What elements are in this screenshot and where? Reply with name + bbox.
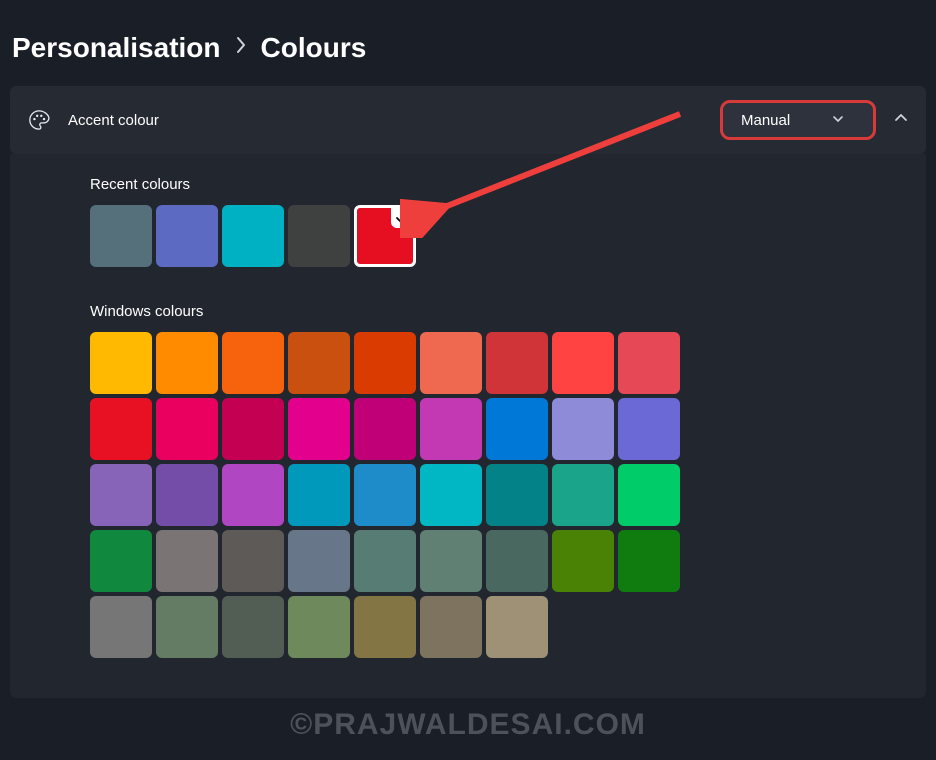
windows-swatch[interactable] [618, 530, 680, 592]
check-icon [391, 208, 413, 228]
windows-swatch[interactable] [90, 530, 152, 592]
windows-swatch[interactable] [486, 398, 548, 460]
windows-swatch[interactable] [222, 398, 284, 460]
windows-swatch[interactable] [288, 332, 350, 394]
watermark: ©PRAJWALDESAI.COM [290, 708, 646, 742]
breadcrumb-parent[interactable]: Personalisation [12, 32, 221, 64]
chevron-up-icon[interactable] [894, 111, 908, 129]
windows-swatch[interactable] [354, 398, 416, 460]
windows-swatch[interactable] [354, 530, 416, 592]
windows-swatch[interactable] [486, 530, 548, 592]
section-title: Accent colour [68, 112, 720, 129]
windows-swatch[interactable] [420, 464, 482, 526]
recent-swatch[interactable] [156, 205, 218, 267]
recent-swatch[interactable] [288, 205, 350, 267]
windows-swatch[interactable] [90, 398, 152, 460]
windows-swatch[interactable] [156, 332, 218, 394]
windows-swatch[interactable] [552, 464, 614, 526]
recent-swatch[interactable] [354, 205, 416, 267]
breadcrumb: Personalisation Colours [10, 32, 926, 64]
accent-colour-header[interactable]: Accent colour Manual [10, 86, 926, 154]
windows-swatch[interactable] [486, 332, 548, 394]
windows-swatch[interactable] [618, 332, 680, 394]
chevron-right-icon [235, 36, 247, 60]
breadcrumb-current: Colours [261, 32, 367, 64]
windows-swatch[interactable] [552, 530, 614, 592]
chevron-down-icon [832, 111, 844, 129]
windows-colours-grid [90, 332, 698, 658]
windows-swatch[interactable] [552, 398, 614, 460]
dropdown-value: Manual [741, 112, 790, 129]
windows-swatch[interactable] [222, 464, 284, 526]
windows-swatch[interactable] [420, 596, 482, 658]
windows-swatch[interactable] [486, 464, 548, 526]
accent-mode-dropdown[interactable]: Manual [720, 100, 876, 140]
windows-swatch[interactable] [618, 398, 680, 460]
windows-swatch[interactable] [420, 530, 482, 592]
windows-swatch[interactable] [354, 332, 416, 394]
windows-swatch[interactable] [222, 530, 284, 592]
recent-colours-row [90, 205, 698, 267]
recent-colours-label: Recent colours [90, 176, 926, 193]
windows-swatch[interactable] [288, 596, 350, 658]
palette-icon [28, 109, 50, 131]
windows-swatch[interactable] [288, 398, 350, 460]
windows-swatch[interactable] [90, 596, 152, 658]
windows-swatch[interactable] [156, 464, 218, 526]
windows-swatch[interactable] [486, 596, 548, 658]
windows-swatch[interactable] [354, 596, 416, 658]
recent-swatch[interactable] [222, 205, 284, 267]
recent-swatch[interactable] [90, 205, 152, 267]
windows-swatch[interactable] [420, 332, 482, 394]
windows-swatch[interactable] [288, 530, 350, 592]
windows-swatch[interactable] [420, 398, 482, 460]
windows-swatch[interactable] [288, 464, 350, 526]
windows-swatch[interactable] [156, 596, 218, 658]
windows-swatch[interactable] [156, 530, 218, 592]
windows-swatch[interactable] [90, 464, 152, 526]
windows-colours-label: Windows colours [90, 303, 926, 320]
windows-swatch[interactable] [222, 332, 284, 394]
windows-swatch[interactable] [222, 596, 284, 658]
windows-swatch[interactable] [354, 464, 416, 526]
accent-colour-panel: Recent colours Windows colours [10, 154, 926, 698]
windows-swatch[interactable] [618, 464, 680, 526]
windows-swatch[interactable] [552, 332, 614, 394]
windows-swatch[interactable] [90, 332, 152, 394]
windows-swatch[interactable] [156, 398, 218, 460]
